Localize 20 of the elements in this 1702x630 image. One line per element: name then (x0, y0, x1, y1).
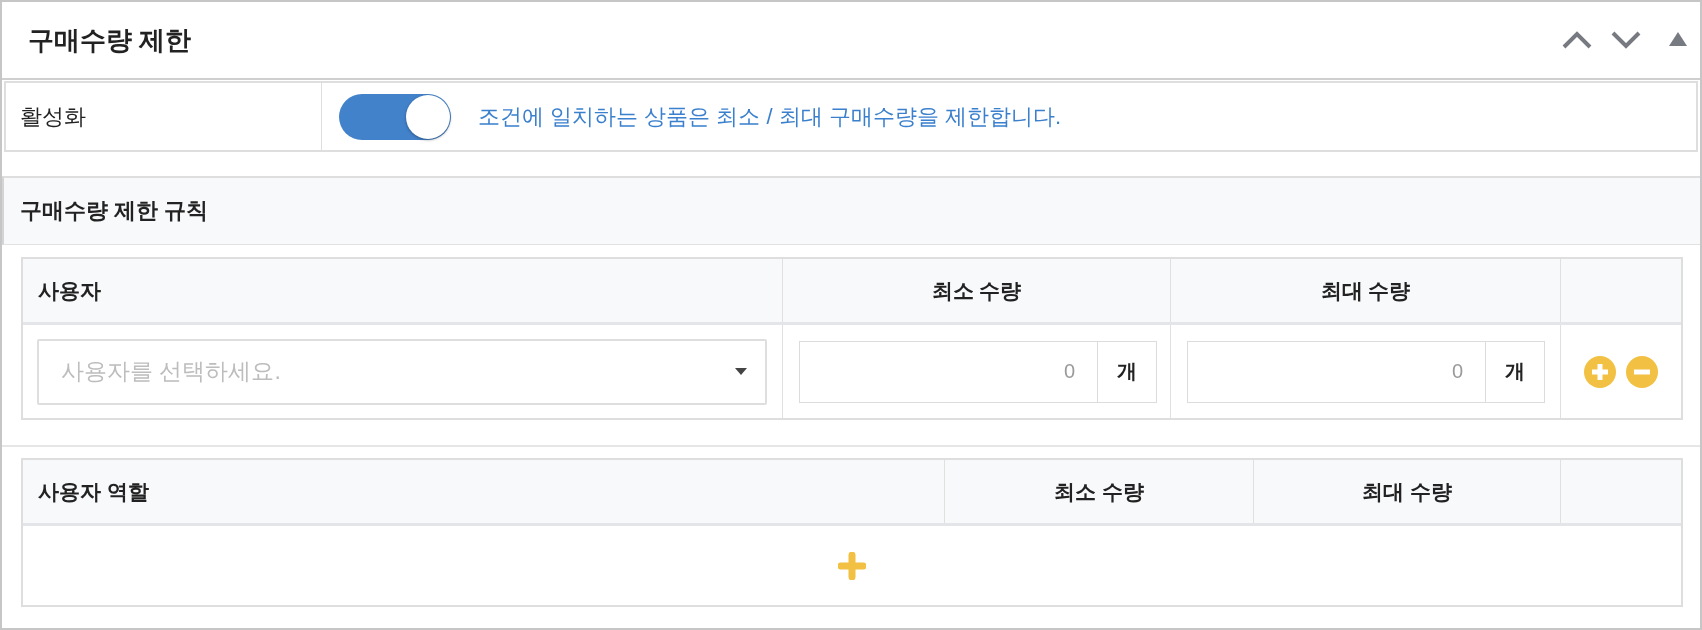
chevron-up-icon[interactable] (1562, 31, 1592, 49)
description-text: 조건에 일치하는 상품은 최소 / 최대 구매수량을 제한합니다. (478, 102, 1061, 131)
chevron-down-icon[interactable] (1611, 31, 1641, 49)
column-header: 최대 수량 (1320, 277, 1411, 304)
panel-title: 구매수량 제한 (28, 23, 192, 57)
column-header: 사용자 (38, 277, 101, 304)
unit-label: 개 (1486, 340, 1545, 403)
column-header: 최소 수량 (1054, 478, 1144, 505)
quantity-input[interactable]: 0 (799, 340, 1098, 403)
column-header: 사용자 역할 (38, 478, 149, 505)
triangle-up-icon[interactable] (1669, 31, 1687, 46)
section-header: 구매수량 제한 규칙 (2, 176, 1700, 245)
field-label: 활성화 (6, 83, 322, 150)
column-header: 최소 수량 (931, 277, 1022, 304)
caret-icon (735, 368, 747, 375)
unit-label: 개 (1098, 340, 1157, 403)
toggle-switch[interactable] (339, 93, 451, 140)
quantity-input[interactable]: 0 (1187, 340, 1486, 403)
user-select[interactable]: 사용자를 선택하세요. (37, 338, 767, 405)
column-header: 최대 수량 (1362, 478, 1452, 505)
